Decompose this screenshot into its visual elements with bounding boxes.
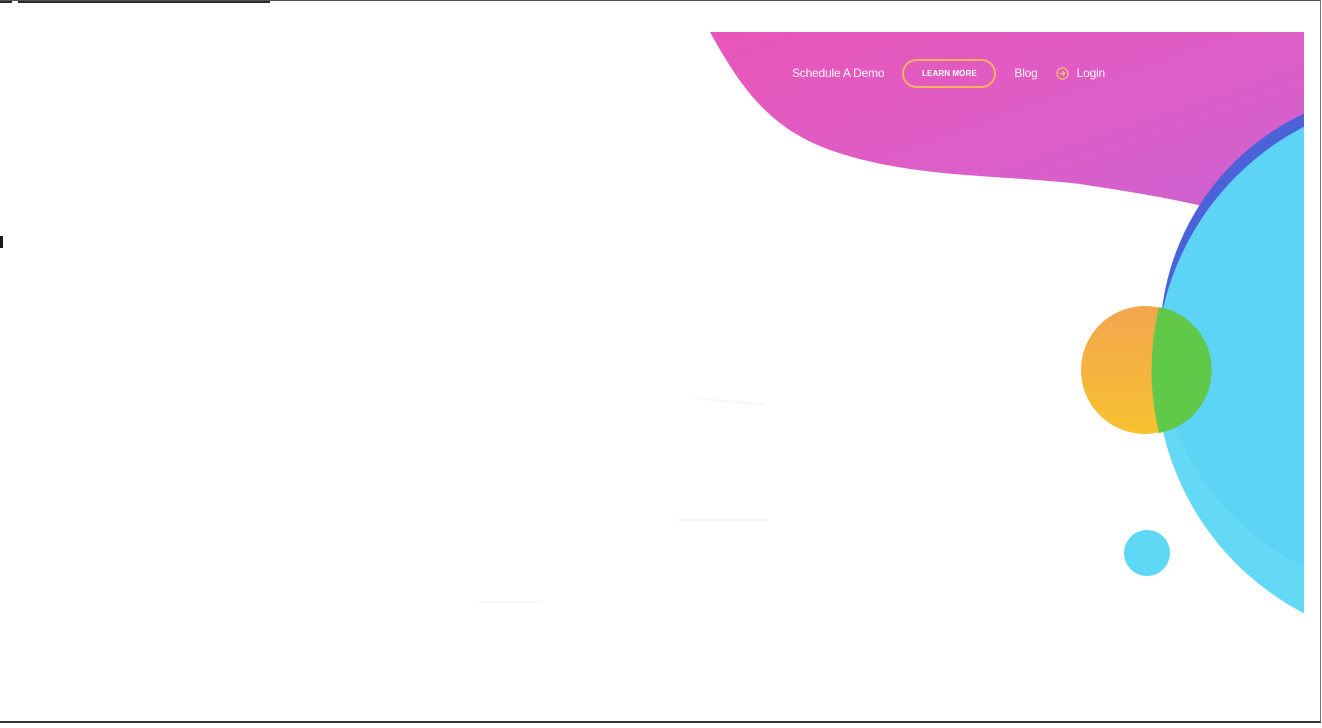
learn-more-button[interactable]: LEARN MORE xyxy=(902,58,997,88)
blog-link[interactable]: Blog xyxy=(1014,66,1037,80)
faint-artifacts xyxy=(478,397,768,603)
login-link[interactable]: Login xyxy=(1055,66,1106,80)
hero-decorative-shapes xyxy=(478,32,1304,614)
schedule-demo-link[interactable]: Schedule A Demo xyxy=(792,66,885,80)
login-label: Login xyxy=(1076,66,1106,80)
top-navigation: Schedule A Demo LEARN MORE Blog Login xyxy=(792,56,1105,90)
small-cyan-dot xyxy=(1124,530,1170,576)
login-arrow-icon xyxy=(1055,66,1069,80)
landing-page: Schedule A Demo LEARN MORE Blog Login xyxy=(0,0,1322,728)
